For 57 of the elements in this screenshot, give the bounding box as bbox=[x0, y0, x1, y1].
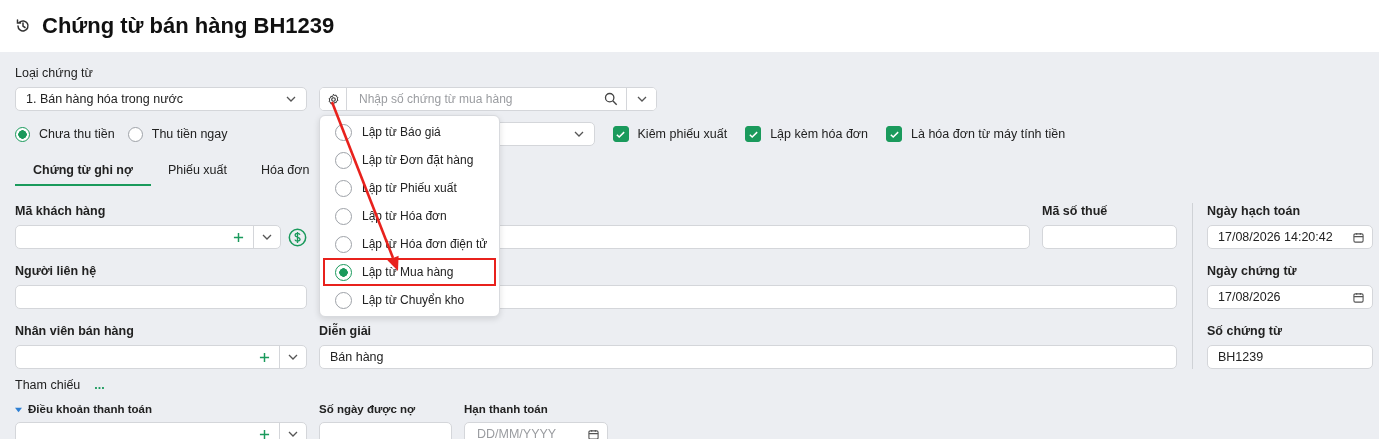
search-field[interactable]: Nhập số chứng từ mua hàng bbox=[357, 91, 604, 107]
due-date-field[interactable]: DD/MM/YYYY bbox=[464, 422, 608, 439]
posting-date-field[interactable]: 17/08/2026 14:20:42 bbox=[1207, 225, 1373, 249]
calendar-icon[interactable] bbox=[1353, 231, 1364, 243]
voucher-number-field[interactable]: BH1239 bbox=[1207, 345, 1373, 369]
field-label: Mã khách hàng bbox=[15, 203, 107, 219]
tab[interactable]: Chứng từ ghi nợ bbox=[15, 155, 151, 186]
calendar-icon[interactable] bbox=[1353, 291, 1364, 303]
search-icon[interactable] bbox=[604, 92, 618, 106]
tab[interactable]: Phiếu xuất bbox=[150, 155, 244, 186]
field-label: Ngày hạch toán bbox=[1207, 203, 1302, 219]
contact-field[interactable] bbox=[15, 285, 307, 309]
option-checkbox[interactable]: Là hóa đơn từ máy tính tiền bbox=[886, 126, 1066, 142]
voucher-date-field[interactable]: 17/08/2026 bbox=[1207, 285, 1373, 309]
plus-icon[interactable] bbox=[259, 351, 270, 363]
chevron-down-icon[interactable] bbox=[288, 431, 298, 437]
menu-item[interactable]: Lập từ Báo giá bbox=[323, 118, 496, 146]
history-icon[interactable] bbox=[15, 18, 31, 34]
payment-terms-field[interactable] bbox=[15, 422, 307, 439]
field-label: Điều khoản thanh toán bbox=[28, 402, 152, 417]
caret-icon[interactable] bbox=[15, 405, 22, 413]
salesperson-field[interactable] bbox=[15, 345, 307, 369]
option-checkbox[interactable]: Kiêm phiếu xuất bbox=[612, 126, 728, 142]
voucher-type-select[interactable]: 1. Bán hàng hóa trong nước bbox=[15, 87, 307, 111]
search-box[interactable]: Nhập số chứng từ mua hàng bbox=[319, 87, 657, 111]
chevron-down-icon[interactable] bbox=[288, 354, 298, 360]
field-label: Số chứng từ bbox=[1207, 323, 1284, 339]
section-label: Tham chiếu bbox=[15, 378, 81, 392]
page-title: Chứng từ bán hàng BH1239 bbox=[42, 13, 335, 39]
chevron-down-icon bbox=[636, 96, 647, 102]
tax-code-field[interactable] bbox=[1042, 225, 1177, 249]
field-label: Ngày chứng từ bbox=[1207, 263, 1298, 279]
description-field[interactable]: Bán hàng bbox=[319, 345, 1177, 369]
plus-icon[interactable] bbox=[259, 428, 270, 439]
credit-days-field[interactable] bbox=[319, 422, 452, 439]
field-label: Diễn giải bbox=[319, 324, 372, 338]
gear-icon bbox=[326, 92, 340, 106]
chevron-down-icon bbox=[286, 96, 296, 102]
payment-radio[interactable]: Chưa thu tiền bbox=[15, 126, 115, 142]
option-checkbox[interactable]: Lập kèm hóa đơn bbox=[745, 126, 869, 142]
plus-icon[interactable] bbox=[233, 231, 244, 243]
field-label: Hạn thanh toán bbox=[464, 402, 549, 417]
customer-field[interactable] bbox=[15, 225, 281, 249]
date-input[interactable]: DD/MM/YYYY bbox=[475, 426, 579, 439]
field-label: Số ngày được nợ bbox=[319, 402, 417, 417]
menu-item[interactable]: Lập từ Mua hàng bbox=[323, 258, 496, 286]
field-label: Loại chứng từ bbox=[15, 65, 94, 81]
calendar-icon[interactable] bbox=[588, 428, 599, 439]
chevron-down-icon[interactable] bbox=[262, 234, 272, 240]
settings-button[interactable] bbox=[320, 88, 347, 110]
field-label: Nhân viên bán hàng bbox=[15, 323, 135, 339]
menu-item[interactable]: Lập từ Chuyển kho bbox=[323, 286, 496, 314]
field-label: Mã số thuế bbox=[1042, 203, 1109, 219]
chevron-down-icon bbox=[573, 131, 584, 137]
dollar-icon[interactable] bbox=[288, 227, 307, 247]
field-label: Người liên hệ bbox=[15, 263, 98, 279]
payment-radio[interactable]: Thu tiền ngay bbox=[127, 126, 228, 142]
